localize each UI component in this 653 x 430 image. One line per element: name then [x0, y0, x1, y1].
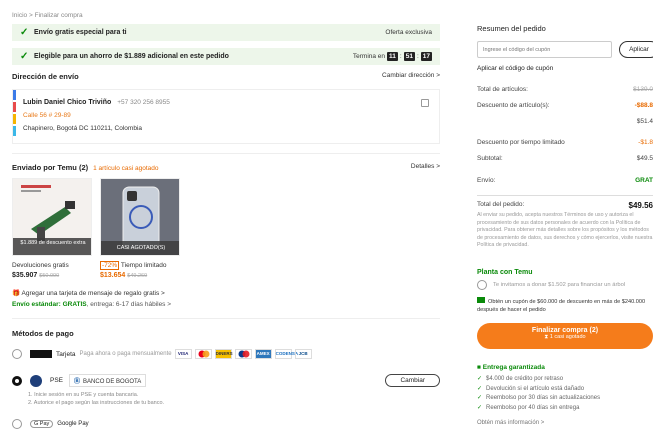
- summary-row: Envío: GRAT: [477, 177, 653, 184]
- payment-option-card[interactable]: Tarjeta Paga ahora o paga mensualmente V…: [12, 349, 440, 359]
- check-icon: ✓: [477, 395, 483, 401]
- product-tag: Devoluciones gratis: [12, 262, 69, 269]
- more-info-link[interactable]: Obtén más información >: [477, 420, 544, 426]
- product-tag-group: -72% Tiempo limitado: [100, 261, 167, 270]
- summary-row: Total de artículos: $139.0: [477, 86, 653, 93]
- donation-radio[interactable]: [477, 280, 487, 290]
- gift-card-link[interactable]: 🎁 Agregar una tarjeta de mensaje de rega…: [12, 289, 165, 297]
- plant-title: Planta con Temu: [477, 269, 533, 276]
- check-icon: ✓: [477, 376, 483, 382]
- summary-row: Descuento de artículo(s): -$88.8: [477, 102, 653, 109]
- place-order-button[interactable]: Finalizar compra (2) ⧗ 1 casi agotado: [477, 323, 653, 349]
- breadcrumb-home[interactable]: Inicio: [12, 12, 27, 19]
- gpay-icon: G Pay: [30, 420, 54, 428]
- gift-icon: 🎁: [12, 290, 21, 297]
- apply-code-link[interactable]: Aplicar el código de cupón: [477, 65, 553, 72]
- low-stock-note: 1 artículo casi agotado: [93, 165, 159, 172]
- edit-icon[interactable]: [421, 99, 429, 107]
- breadcrumb-current: Finalizar compra: [34, 12, 83, 19]
- product-old-price: $50.000: [39, 273, 60, 279]
- payment-option-gpay[interactable]: G Pay Google Pay: [12, 419, 440, 429]
- recipient-name: Lubin Daniel Chico Triviño: [23, 99, 112, 106]
- address-card[interactable]: Lubin Daniel Chico Triviño +57 320 256 8…: [12, 89, 440, 144]
- summary-title: Resumen del pedido: [477, 24, 546, 33]
- coupon-offer: Obtén un cupón de $60.000 de descuento e…: [477, 297, 646, 313]
- discount-overlay: $1.889 de descuento extra: [13, 238, 91, 255]
- mastercard-icon: [234, 349, 252, 359]
- mastercard-icon: [194, 349, 212, 359]
- countdown: Termina en 11: 51: 17: [352, 52, 432, 61]
- details-link[interactable]: Detalles >: [411, 163, 440, 170]
- list-item: ✓ $4.000 de crédito por retraso: [477, 376, 564, 382]
- list-item: ✓ Devolución si el artículo está dañado: [477, 385, 585, 392]
- coupon-icon: [477, 297, 485, 303]
- order-button-sub: ⧗ 1 casi agotado: [544, 334, 586, 340]
- jcb-icon: JCB: [294, 349, 312, 359]
- guarantee-title: ■ Entrega garantizada: [477, 364, 545, 371]
- summary-row: Subtotal: $49.5: [477, 155, 653, 162]
- product-price: $35.907: [12, 272, 38, 279]
- check-icon: ✓: [20, 27, 29, 38]
- check-icon: ✓: [20, 51, 29, 62]
- diners-icon: DINERS: [214, 349, 233, 359]
- change-address-link[interactable]: Cambiar dirección >: [382, 72, 440, 79]
- address-street: Calle 56 # 29-89: [23, 112, 71, 119]
- guarantee-list: ✓ $4.000 de crédito por retraso ✓ Devoluci…: [477, 375, 600, 413]
- radio-button[interactable]: [12, 419, 22, 429]
- hourglass-icon: ⧗: [544, 334, 549, 340]
- card-icon: [30, 350, 52, 358]
- shipping-standard[interactable]: Envío estándar: GRATIS, entrega: 6-17 dí…: [12, 301, 171, 308]
- radio-button-selected[interactable]: [12, 375, 22, 386]
- pse-icon: [30, 374, 42, 387]
- plant-donation[interactable]: Te invitamos a donar $1.502 para financi…: [477, 280, 653, 290]
- shipped-by-header: Enviado por Temu (2) 1 artículo casi ago…: [12, 163, 159, 172]
- summary-row: $51.4: [636, 118, 653, 125]
- bank-selector[interactable]: Ⓑ BANCO DE BOGOTA: [69, 374, 147, 387]
- breadcrumb: Inicio > Finalizar compra: [12, 12, 83, 19]
- product-price-group: $35.907 $50.000: [12, 272, 59, 279]
- free-shipping-banner: ✓ Envío gratis especial para ti Oferta e…: [12, 24, 440, 41]
- list-item: ✓ Reembolso por 40 días sin entrega: [477, 404, 580, 411]
- list-item: ✓ Reembolso por 30 días sin actualizacion…: [477, 395, 601, 401]
- payment-option-pse[interactable]: PSE Ⓑ BANCO DE BOGOTA Cambiar: [12, 374, 440, 387]
- change-bank-button[interactable]: Cambiar: [385, 374, 440, 387]
- low-stock-overlay: CASI AGOTADO(S): [101, 241, 179, 255]
- product-image[interactable]: CASI AGOTADO(S): [100, 178, 180, 256]
- order-total-row: Total del pedido: $49.56: [477, 201, 653, 210]
- truck-icon: ■: [477, 364, 481, 371]
- product-price-group: $13.654 $49.269: [100, 272, 147, 279]
- codensa-icon: CODENSA: [274, 349, 298, 359]
- product-old-price: $49.269: [127, 273, 148, 279]
- coupon-input[interactable]: [477, 41, 612, 58]
- amex-icon: AMEX: [254, 349, 272, 359]
- savings-banner: ✓ Elegible para un ahorro de $1.889 adic…: [12, 48, 440, 65]
- check-icon: ✓: [477, 404, 483, 411]
- product-image[interactable]: $1.889 de descuento extra: [12, 178, 92, 256]
- address-city: Chapinero, Bogotá DC 110211, Colombia: [23, 125, 142, 132]
- bank-icon: Ⓑ: [74, 379, 81, 385]
- apply-button[interactable]: Aplicar: [619, 41, 653, 58]
- discount-badge: -72%: [100, 261, 120, 270]
- check-icon: ✓: [477, 385, 483, 392]
- recipient-phone: +57 320 256 8955: [117, 99, 170, 106]
- visa-icon: VISA: [174, 349, 192, 359]
- product-price: $13.654: [100, 272, 126, 279]
- legal-text: Al enviar su pedido, acepta nuestros Tér…: [477, 212, 653, 248]
- shipping-address-title: Dirección de envío: [12, 72, 79, 81]
- summary-row: Descuento por tiempo limitado -$1.8: [477, 139, 653, 146]
- payment-title: Métodos de pago: [12, 329, 74, 338]
- pse-steps: 1. Inicie sesión en su PSE y cuenta banc…: [28, 392, 165, 406]
- radio-button[interactable]: [12, 349, 22, 359]
